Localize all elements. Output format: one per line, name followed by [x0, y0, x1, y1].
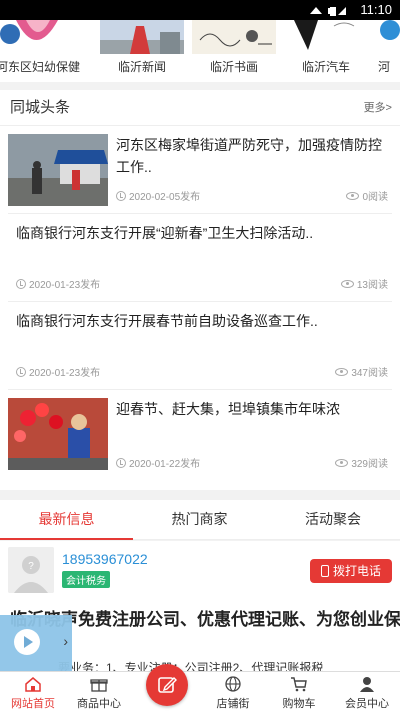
nav-home[interactable]: 网站首页 — [0, 672, 66, 711]
category-thumbnail — [100, 20, 184, 54]
category-label: 临沂汽车 — [301, 60, 350, 74]
user-icon — [358, 676, 376, 692]
category-label: 临沂书画 — [209, 60, 258, 74]
news-reads: 347阅读 — [335, 364, 388, 379]
category-item[interactable]: 河东区妇幼保健 — [0, 20, 80, 82]
section-header: 同城头条 更多> — [0, 90, 400, 126]
tab-latest-info[interactable]: 最新信息 — [0, 500, 133, 540]
news-reads: 0阅读 — [346, 188, 388, 203]
news-item[interactable]: 迎春节、赶大集，坦埠镇集市年味浓 2020-01-22发布 329阅读 — [8, 390, 392, 480]
more-link[interactable]: 更多> — [364, 90, 392, 126]
nav-stores[interactable]: 店铺街 — [200, 672, 266, 711]
eye-icon — [340, 280, 354, 288]
chevron-right-icon[interactable]: › — [63, 633, 68, 649]
category-thumbnail — [0, 20, 80, 54]
edit-icon — [157, 675, 177, 700]
category-strip[interactable]: 河东区妇幼保健 临沂新闻 临沂书画 临沂汽车 河 — [0, 20, 400, 82]
globe-icon — [224, 676, 242, 692]
clock-icon — [116, 191, 126, 201]
news-title: 临商银行河东支行开展“迎新春”卫生大扫除活动.. — [16, 225, 314, 241]
category-label: 河 — [378, 60, 391, 74]
status-time: 11:10 — [360, 2, 392, 17]
call-button[interactable]: 拨打电话 — [310, 559, 392, 583]
phone-icon — [320, 565, 329, 577]
bottom-nav: 网站首页 商品中心 店铺街 购物车 会员中心 — [0, 671, 400, 711]
play-icon[interactable] — [14, 629, 40, 655]
category-thumbnail — [372, 20, 400, 54]
nav-label: 商品中心 — [77, 698, 121, 710]
nav-label: 店铺街 — [216, 698, 250, 710]
category-label: 临沂新闻 — [117, 60, 166, 74]
cart-icon — [290, 676, 308, 692]
category-item[interactable]: 临沂书画 — [192, 20, 276, 82]
listing-tag: 会计税务 — [62, 571, 110, 588]
eye-icon — [335, 459, 349, 467]
clock-icon — [16, 367, 26, 377]
tab-events[interactable]: 活动聚会 — [266, 500, 400, 540]
home-icon — [24, 676, 42, 692]
floating-player[interactable]: › — [0, 615, 72, 671]
news-reads: 13阅读 — [340, 276, 388, 291]
news-thumbnail — [8, 134, 108, 206]
news-thumbnail — [8, 398, 108, 470]
avatar: ? — [8, 547, 54, 593]
listing-description: 要业务：1、专业注册：公司注册2、代理记账报税 — [58, 661, 324, 671]
svg-text:?: ? — [28, 561, 34, 572]
tab-popular-merchants[interactable]: 热门商家 — [133, 500, 266, 540]
call-button-label: 拨打电话 — [332, 564, 381, 578]
gift-icon — [90, 676, 108, 692]
info-tabs: 最新信息 热门商家 活动聚会 — [0, 500, 400, 540]
nav-member[interactable]: 会员中心 — [334, 672, 400, 711]
nav-products[interactable]: 商品中心 — [66, 672, 132, 711]
category-thumbnail — [192, 20, 276, 54]
news-date: 2020-01-23发布 — [16, 276, 100, 291]
category-label: 河东区妇幼保健 — [0, 60, 81, 74]
news-title: 临商银行河东支行开展春节前自助设备巡查工作.. — [16, 313, 318, 329]
nav-label: 网站首页 — [11, 698, 55, 710]
nav-label: 购物车 — [282, 698, 316, 710]
category-item[interactable]: 临沂新闻 — [100, 20, 184, 82]
category-item[interactable]: 河 — [372, 20, 400, 82]
news-title: 迎春节、赶大集，坦埠镇集市年味浓 — [116, 401, 340, 417]
section-title: 同城头条 — [10, 99, 71, 116]
eye-icon — [335, 368, 349, 376]
news-item[interactable]: 临商银行河东支行开展春节前自助设备巡查工作.. 2020-01-23发布 347… — [8, 302, 392, 390]
category-item[interactable]: 临沂汽车 — [284, 20, 368, 82]
nav-cart[interactable]: 购物车 — [266, 672, 332, 711]
news-reads: 329阅读 — [335, 455, 388, 470]
news-date: 2020-01-22发布 — [116, 455, 200, 470]
post-button[interactable] — [146, 664, 188, 706]
clock-icon — [16, 279, 26, 289]
status-bar: 11:10 — [0, 0, 400, 20]
clock-icon — [116, 458, 126, 468]
news-date: 2020-02-05发布 — [116, 188, 200, 203]
news-title: 河东区梅家埠街道严防死守，加强疫情防控工作.. — [116, 137, 382, 175]
eye-icon — [346, 192, 360, 200]
news-date: 2020-01-23发布 — [16, 364, 100, 379]
headlines-section: 同城头条 更多> 河东区梅家埠街道严防死守，加强疫情防控工作.. 2020-02… — [0, 90, 400, 490]
news-item[interactable]: 河东区梅家埠街道严防死守，加强疫情防控工作.. 2020-02-05发布 0阅读 — [8, 126, 392, 214]
news-item[interactable]: 临商银行河东支行开展“迎新春”卫生大扫除活动.. 2020-01-23发布 13… — [8, 214, 392, 302]
nav-label: 会员中心 — [345, 698, 389, 710]
category-thumbnail — [284, 20, 368, 54]
listing-phone[interactable]: 18953967022 — [62, 551, 148, 567]
